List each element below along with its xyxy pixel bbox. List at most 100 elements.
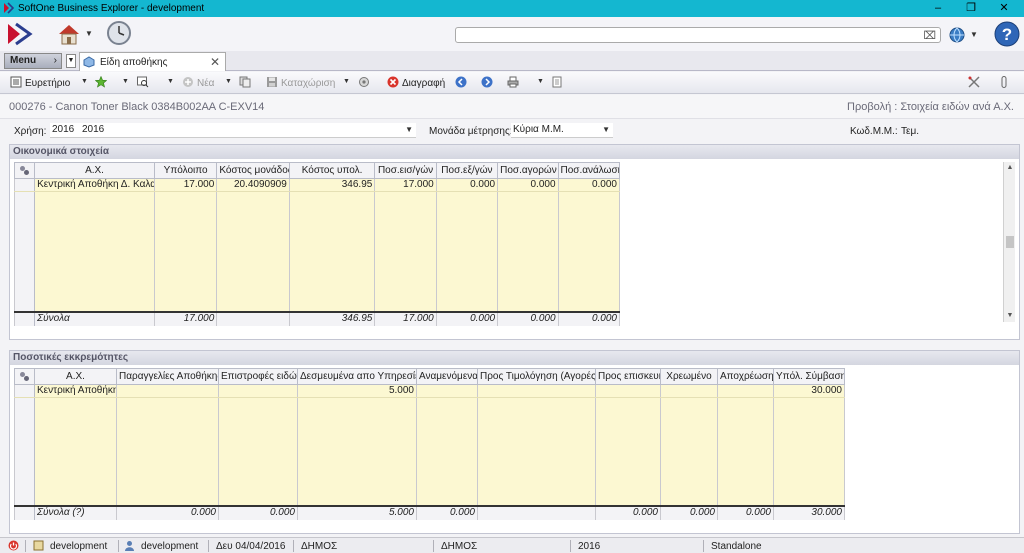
table-cell[interactable] [595, 445, 661, 458]
table-cell[interactable] [416, 397, 478, 410]
menu-button[interactable]: Menu › [4, 53, 62, 69]
table-cell[interactable] [218, 421, 298, 434]
table-cell[interactable] [660, 421, 718, 434]
column-header[interactable]: Α.Χ. [34, 368, 117, 385]
table-cell[interactable]: 0.000 [435, 178, 499, 192]
column-header[interactable]: Ποσ.ανάλωσης [557, 162, 621, 179]
close-tab-icon[interactable]: ✕ [210, 55, 220, 69]
row-selector[interactable] [13, 299, 36, 312]
table-cell[interactable] [216, 215, 290, 228]
table-cell[interactable] [660, 457, 718, 470]
table-cell[interactable] [477, 409, 596, 422]
empty-row[interactable] [14, 433, 845, 446]
table-cell[interactable] [477, 481, 596, 494]
table-cell[interactable] [288, 227, 376, 240]
column-header[interactable]: Κόστος μονάδος [216, 162, 290, 179]
empty-row[interactable] [13, 287, 621, 300]
web-search-dropdown-icon[interactable]: ▼ [970, 30, 978, 39]
table-cell[interactable] [717, 421, 774, 434]
save-dropdown-icon[interactable]: ▼ [343, 78, 350, 85]
table-cell[interactable] [660, 481, 718, 494]
table-cell[interactable] [374, 275, 437, 288]
table-cell[interactable] [288, 263, 376, 276]
table-cell[interactable] [218, 457, 298, 470]
table-cell[interactable] [374, 287, 437, 300]
column-header[interactable]: Υπόλ. Σύμβασης [773, 368, 845, 385]
empty-row[interactable] [14, 397, 845, 410]
row-selector[interactable] [14, 421, 35, 434]
table-cell[interactable] [34, 409, 117, 422]
search-input[interactable] [456, 28, 916, 42]
table-cell[interactable] [416, 421, 478, 434]
new-dropdown-icon[interactable]: ▼ [225, 78, 232, 85]
table-cell[interactable] [297, 397, 417, 410]
table-cell[interactable] [34, 433, 117, 446]
column-header[interactable]: Αναμενόμενα [416, 368, 478, 385]
table-cell[interactable] [297, 421, 417, 434]
table-cell[interactable] [717, 469, 774, 482]
table-cell[interactable] [660, 409, 718, 422]
table-cell[interactable] [34, 481, 117, 494]
table-cell[interactable] [116, 397, 219, 410]
table-cell[interactable] [153, 239, 218, 252]
table-cell[interactable]: 346.95 [288, 178, 376, 192]
table-cell[interactable] [557, 191, 621, 204]
empty-row[interactable] [14, 445, 845, 458]
table-cell[interactable] [660, 469, 718, 482]
scroll-down-icon[interactable]: ▼ [1004, 310, 1016, 322]
row-selector[interactable] [14, 469, 35, 482]
table-cell[interactable] [595, 469, 661, 482]
home-icon[interactable] [56, 21, 82, 47]
table-cell[interactable] [416, 457, 478, 470]
column-header[interactable]: Ποσ.εισ/γών [374, 162, 437, 179]
table-cell[interactable] [374, 191, 437, 204]
tab-list-dropdown-icon[interactable]: ▼ [66, 54, 76, 68]
table-cell[interactable] [218, 445, 298, 458]
copy-button[interactable] [239, 76, 254, 90]
table-cell[interactable] [773, 421, 845, 434]
empty-row[interactable] [13, 299, 621, 312]
previous-record-button[interactable] [455, 76, 470, 90]
row-selector[interactable] [13, 275, 36, 288]
table-cell[interactable]: Κεντρική Αποθήκη Δ. Καλαμ [34, 178, 155, 192]
table-cell[interactable] [416, 481, 478, 494]
table-cell[interactable] [416, 409, 478, 422]
table-cell[interactable] [216, 191, 290, 204]
print-button[interactable] [507, 76, 522, 90]
table-cell[interactable] [116, 433, 219, 446]
table-cell[interactable] [218, 481, 298, 494]
table-cell[interactable] [218, 409, 298, 422]
home-dropdown-icon[interactable]: ▼ [85, 29, 93, 38]
column-header[interactable]: Α.Χ. [34, 162, 155, 179]
table-cell[interactable] [153, 263, 218, 276]
table-cell[interactable] [34, 275, 155, 288]
empty-row[interactable] [13, 263, 621, 276]
column-header[interactable]: Ποσ.εξ/γών [435, 162, 499, 179]
table-cell[interactable]: 5.000 [297, 384, 417, 398]
table-cell[interactable] [773, 469, 845, 482]
scroll-thumb[interactable] [1006, 236, 1014, 248]
table-cell[interactable] [374, 203, 437, 216]
table-cell[interactable] [557, 239, 621, 252]
table-cell[interactable] [216, 227, 290, 240]
table-cell[interactable] [416, 433, 478, 446]
table-cell[interactable] [34, 445, 117, 458]
table-cell[interactable]: 0.000 [497, 178, 559, 192]
restore-button[interactable]: ❐ [961, 1, 981, 15]
row-selector[interactable] [14, 397, 35, 410]
table-cell[interactable] [216, 263, 290, 276]
table-cell[interactable] [595, 433, 661, 446]
table-cell[interactable] [216, 251, 290, 264]
table-cell[interactable] [34, 251, 155, 264]
column-header[interactable]: Παραγγελίες Αποθήκης [116, 368, 219, 385]
table-cell[interactable] [153, 275, 218, 288]
table-cell[interactable] [435, 251, 499, 264]
table-cell[interactable] [374, 239, 437, 252]
table-cell[interactable] [557, 299, 621, 312]
table-cell[interactable] [773, 445, 845, 458]
table-cell[interactable] [717, 433, 774, 446]
table-cell[interactable] [717, 457, 774, 470]
row-selector[interactable] [13, 178, 36, 192]
table-cell[interactable] [218, 384, 298, 398]
table-cell[interactable] [153, 299, 218, 312]
